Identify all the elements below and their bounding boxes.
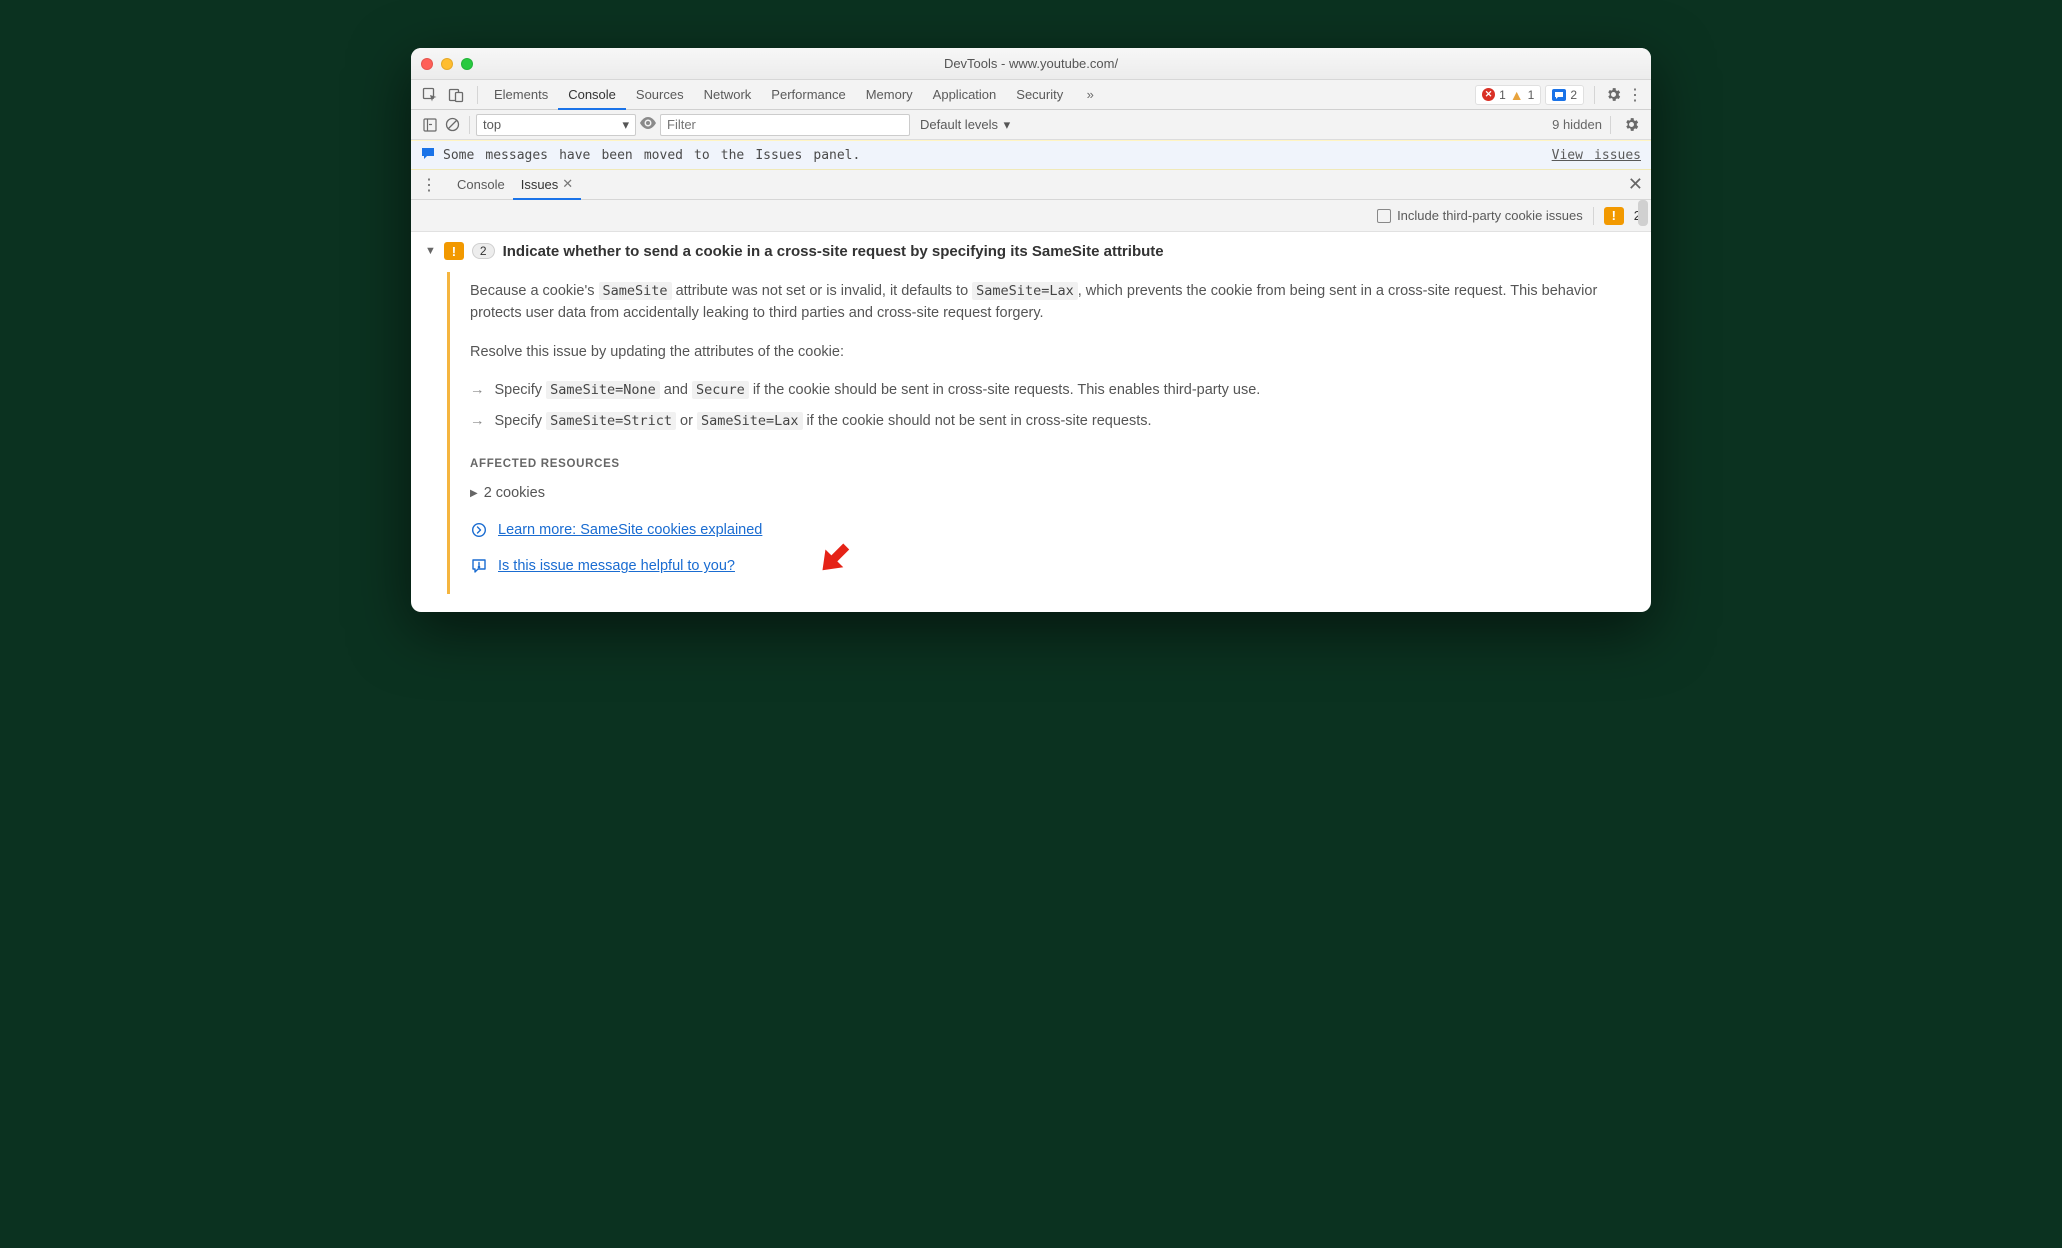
- issues-total-badge-icon: !: [1604, 207, 1624, 225]
- console-sidebar-toggle-icon[interactable]: [419, 114, 441, 136]
- tab-elements[interactable]: Elements: [484, 80, 558, 110]
- message-icon: [421, 147, 435, 163]
- filter-input[interactable]: [660, 114, 910, 136]
- issues-badge[interactable]: 2: [1545, 85, 1584, 105]
- clear-console-icon[interactable]: [441, 114, 463, 136]
- checkbox-label: Include third-party cookie issues: [1397, 208, 1583, 223]
- survey-link[interactable]: Is this issue message helpful to you?: [498, 558, 735, 574]
- more-options-icon[interactable]: ⋮: [1625, 85, 1645, 105]
- tab-application[interactable]: Application: [923, 80, 1007, 110]
- checkbox-icon: [1377, 209, 1391, 223]
- console-filter-bar: top ▾ Default levels ▾ 9 hidden: [411, 110, 1651, 140]
- expand-right-icon: ▶: [470, 486, 478, 502]
- window-titlebar: DevTools - www.youtube.com/: [411, 48, 1651, 80]
- view-issues-link[interactable]: View issues: [1552, 148, 1641, 163]
- survey-row: Is this issue message helpful to you?: [470, 555, 1629, 577]
- devtools-window: DevTools - www.youtube.com/ Elements Con…: [411, 48, 1651, 612]
- window-title: DevTools - www.youtube.com/: [411, 56, 1651, 71]
- hidden-messages-count[interactable]: 9 hidden: [1552, 117, 1602, 132]
- affected-cookies-text: 2 cookies: [484, 482, 545, 504]
- learn-more-link[interactable]: Learn more: SameSite cookies explained: [498, 519, 762, 541]
- feedback-icon: [470, 558, 488, 574]
- log-level-dropdown[interactable]: Default levels ▾: [920, 117, 1010, 133]
- drawer-tab-issues[interactable]: Issues ✕: [513, 170, 581, 200]
- code-samesite-lax: SameSite=Lax: [972, 282, 1078, 300]
- tab-console[interactable]: Console: [558, 80, 626, 110]
- learn-more-row: Learn more: SameSite cookies explained: [470, 519, 1629, 541]
- tab-performance[interactable]: Performance: [761, 80, 855, 110]
- issue-header[interactable]: ▼ ! 2 Indicate whether to send a cookie …: [425, 242, 1637, 260]
- third-party-checkbox[interactable]: Include third-party cookie issues: [1377, 208, 1583, 223]
- arrow-icon: →: [470, 379, 485, 401]
- issue-count-pill: 2: [472, 243, 495, 259]
- context-value: top: [483, 117, 501, 132]
- issue-bullet-1: → Specify SameSite=None and Secure if th…: [470, 379, 1629, 401]
- arrow-icon: →: [470, 410, 485, 432]
- issue-title: Indicate whether to send a cookie in a c…: [503, 243, 1164, 260]
- code-samesite-lax2: SameSite=Lax: [697, 412, 803, 430]
- arrow-circle-icon: [470, 522, 488, 538]
- code-secure: Secure: [692, 381, 749, 399]
- log-level-value: Default levels: [920, 117, 998, 132]
- scrollbar-thumb[interactable]: [1638, 200, 1648, 226]
- issue-detail: Because a cookie's SameSite attribute wa…: [447, 272, 1637, 594]
- code-samesite: SameSite: [599, 282, 672, 300]
- collapse-icon[interactable]: ▼: [425, 245, 436, 257]
- issue-warning-icon: !: [444, 242, 464, 260]
- issues-panel: ▼ ! 2 Indicate whether to send a cookie …: [411, 232, 1651, 612]
- chevron-down-icon: ▾: [1004, 117, 1011, 132]
- issue-paragraph-1: Because a cookie's SameSite attribute wa…: [470, 280, 1629, 325]
- issues-icon: [1552, 89, 1566, 101]
- code-samesite-strict: SameSite=Strict: [546, 412, 676, 430]
- error-count: 1: [1499, 88, 1506, 102]
- issue-paragraph-2: Resolve this issue by updating the attri…: [470, 341, 1629, 363]
- affected-resources-heading: AFFECTED RESOURCES: [470, 456, 1629, 474]
- warning-count: 1: [1528, 88, 1535, 102]
- chevron-down-icon: ▾: [622, 117, 629, 133]
- more-tabs-icon[interactable]: »: [1079, 84, 1101, 106]
- issues-toolbar: Include third-party cookie issues ! 2: [411, 200, 1651, 232]
- code-samesite-none: SameSite=None: [546, 381, 660, 399]
- affected-cookies-row[interactable]: ▶ 2 cookies: [470, 482, 1629, 504]
- close-drawer-icon[interactable]: ✕: [1628, 174, 1643, 195]
- tab-memory[interactable]: Memory: [856, 80, 923, 110]
- drawer-tabs: ⋮ Console Issues ✕ ✕: [411, 170, 1651, 200]
- settings-icon[interactable]: [1601, 83, 1625, 107]
- drawer-more-icon[interactable]: ⋮: [419, 175, 439, 195]
- tab-security[interactable]: Security: [1006, 80, 1073, 110]
- notice-text: Some messages have been moved to the Iss…: [443, 148, 860, 163]
- console-settings-icon[interactable]: [1619, 113, 1643, 137]
- device-toolbar-icon[interactable]: [445, 84, 467, 106]
- inspect-element-icon[interactable]: [419, 84, 441, 106]
- tab-network[interactable]: Network: [694, 80, 762, 110]
- tab-sources[interactable]: Sources: [626, 80, 694, 110]
- issues-count: 2: [1570, 88, 1577, 102]
- issues-notice-bar: Some messages have been moved to the Iss…: [411, 140, 1651, 170]
- error-warning-badge[interactable]: ✕ 1 ▲ 1: [1475, 85, 1541, 105]
- live-expression-icon[interactable]: [636, 117, 660, 132]
- issue-bullet-2: → Specify SameSite=Strict or SameSite=La…: [470, 410, 1629, 432]
- drawer-tab-console[interactable]: Console: [449, 170, 513, 200]
- context-dropdown[interactable]: top ▾: [476, 114, 636, 136]
- error-icon: ✕: [1482, 88, 1495, 101]
- warning-icon: ▲: [1510, 88, 1524, 102]
- main-toolbar: Elements Console Sources Network Perform…: [411, 80, 1651, 110]
- close-tab-icon[interactable]: ✕: [562, 176, 573, 192]
